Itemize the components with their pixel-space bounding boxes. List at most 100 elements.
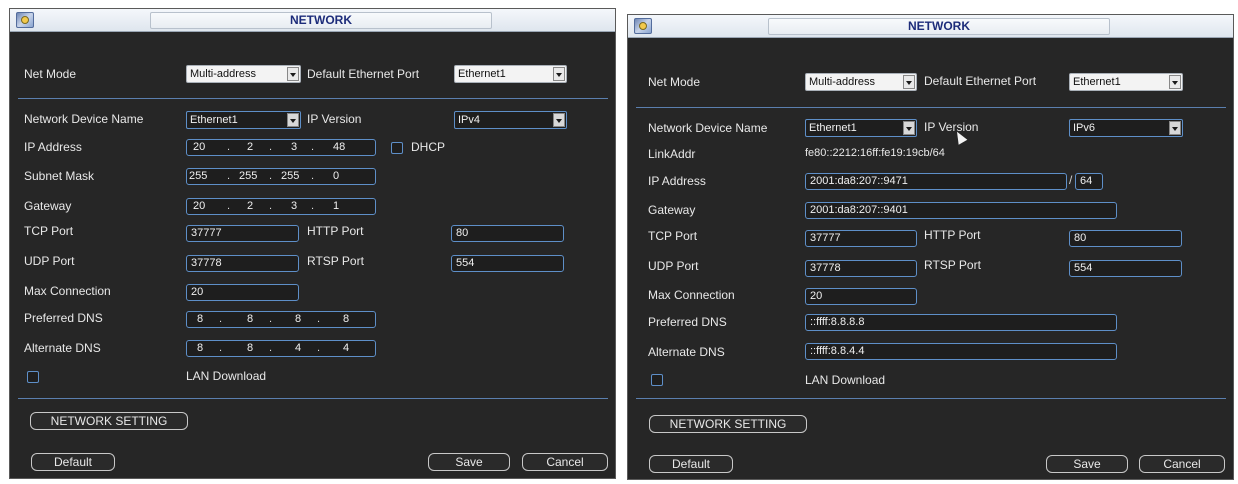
window-title: NETWORK bbox=[768, 18, 1110, 35]
rtsp-port-field[interactable]: 554 bbox=[1069, 260, 1182, 277]
octet: 8 bbox=[197, 342, 204, 354]
save-button[interactable]: Save bbox=[1046, 455, 1128, 473]
octet: 8 bbox=[197, 313, 204, 325]
title-bar: NETWORK bbox=[628, 15, 1233, 38]
chevron-down-icon[interactable] bbox=[1169, 121, 1181, 135]
octet: 0 bbox=[333, 170, 340, 182]
device-name-label: Network Device Name bbox=[648, 121, 768, 135]
http-port-label: HTTP Port bbox=[924, 228, 981, 242]
octet: 2 bbox=[247, 141, 254, 153]
chevron-down-icon[interactable] bbox=[1169, 75, 1181, 89]
octet: 8 bbox=[247, 313, 254, 325]
octet: 20 bbox=[193, 200, 206, 212]
ip-address-label: IP Address bbox=[24, 140, 82, 154]
rtsp-port-field[interactable]: 554 bbox=[451, 255, 564, 272]
tcp-port-field[interactable]: 37777 bbox=[805, 230, 917, 247]
octet: 3 bbox=[291, 141, 298, 153]
separator bbox=[18, 98, 608, 99]
octet: 3 bbox=[291, 200, 298, 212]
default-port-label: Default Ethernet Port bbox=[307, 67, 420, 81]
lan-download-checkbox[interactable] bbox=[27, 371, 39, 383]
device-name-select[interactable]: Ethernet1 bbox=[186, 111, 301, 129]
network-setting-button[interactable]: NETWORK SETTING bbox=[649, 415, 807, 433]
cancel-button[interactable]: Cancel bbox=[1139, 455, 1225, 473]
max-connection-field[interactable]: 20 bbox=[805, 288, 917, 305]
link-address-value: fe80::2212:16ff:fe19:19cb/64 bbox=[805, 147, 945, 159]
octet: 255 bbox=[281, 170, 300, 182]
subnet-mask-label: Subnet Mask bbox=[24, 169, 95, 183]
tcp-port-label: TCP Port bbox=[648, 229, 698, 243]
default-port-label: Default Ethernet Port bbox=[924, 74, 1037, 88]
prefix-length-field[interactable]: 64 bbox=[1075, 173, 1103, 190]
gateway-field[interactable]: 20 . 2 . 3 . 1 bbox=[186, 198, 376, 215]
default-button[interactable]: Default bbox=[649, 455, 733, 473]
separator bbox=[18, 398, 608, 399]
default-button[interactable]: Default bbox=[31, 453, 115, 471]
save-button[interactable]: Save bbox=[428, 453, 510, 471]
dhcp-checkbox[interactable] bbox=[391, 142, 403, 154]
net-mode-label: Net Mode bbox=[648, 75, 701, 89]
chevron-down-icon[interactable] bbox=[903, 121, 915, 135]
ip-address-field[interactable]: 2001:da8:207::9471 bbox=[805, 173, 1067, 190]
default-port-select[interactable]: Ethernet1 bbox=[454, 65, 567, 83]
net-mode-label: Net Mode bbox=[24, 67, 77, 81]
dhcp-label: DHCP bbox=[411, 140, 446, 154]
default-port-select[interactable]: Ethernet1 bbox=[1069, 73, 1183, 91]
separator bbox=[636, 107, 1226, 108]
device-name-select[interactable]: Ethernet1 bbox=[805, 119, 917, 137]
chevron-down-icon[interactable] bbox=[553, 113, 565, 127]
cancel-button[interactable]: Cancel bbox=[522, 453, 608, 471]
http-port-label: HTTP Port bbox=[307, 224, 364, 238]
ip-version-label: IP Version bbox=[307, 112, 362, 126]
octet: 8 bbox=[343, 313, 350, 325]
http-port-field[interactable]: 80 bbox=[1069, 230, 1182, 247]
ip-version-select[interactable]: IPv4 bbox=[454, 111, 567, 129]
lan-download-label: LAN Download bbox=[186, 369, 267, 383]
preferred-dns-field[interactable]: ::ffff:8.8.8.8 bbox=[805, 314, 1117, 331]
chevron-down-icon[interactable] bbox=[287, 67, 299, 81]
octet: 4 bbox=[295, 342, 302, 354]
separator bbox=[636, 398, 1226, 399]
alternate-dns-field[interactable]: 8 . 8 . 4 . 4 bbox=[186, 340, 376, 357]
octet: 255 bbox=[189, 170, 208, 182]
max-connection-label: Max Connection bbox=[648, 288, 735, 302]
udp-port-field[interactable]: 37778 bbox=[805, 260, 917, 277]
alternate-dns-field[interactable]: ::ffff:8.8.4.4 bbox=[805, 343, 1117, 360]
preferred-dns-field[interactable]: 8 . 8 . 8 . 8 bbox=[186, 311, 376, 328]
tcp-port-label: TCP Port bbox=[24, 224, 74, 238]
preferred-dns-label: Preferred DNS bbox=[648, 315, 727, 329]
chevron-down-icon[interactable] bbox=[903, 75, 915, 89]
network-setting-button[interactable]: NETWORK SETTING bbox=[30, 412, 188, 430]
net-mode-select[interactable]: Multi-address bbox=[186, 65, 301, 83]
gateway-field[interactable]: 2001:da8:207::9401 bbox=[805, 202, 1117, 219]
alternate-dns-label: Alternate DNS bbox=[24, 341, 101, 355]
ip-version-label: IP Version bbox=[924, 120, 979, 134]
rtsp-port-label: RTSP Port bbox=[924, 258, 981, 272]
udp-port-field[interactable]: 37778 bbox=[186, 255, 299, 272]
title-bar: NETWORK bbox=[10, 9, 615, 32]
max-connection-label: Max Connection bbox=[24, 284, 111, 298]
window-title: NETWORK bbox=[150, 12, 492, 29]
rtsp-port-label: RTSP Port bbox=[307, 254, 364, 268]
app-icon bbox=[16, 12, 34, 28]
http-port-field[interactable]: 80 bbox=[451, 225, 564, 242]
network-window-ipv6: NETWORK Net Mode Multi-address Default E… bbox=[627, 14, 1234, 480]
octet: 2 bbox=[247, 200, 254, 212]
gateway-label: Gateway bbox=[24, 199, 72, 213]
link-address-label: LinkAddr bbox=[648, 147, 696, 161]
alternate-dns-label: Alternate DNS bbox=[648, 345, 725, 359]
net-mode-select[interactable]: Multi-address bbox=[805, 73, 917, 91]
lan-download-checkbox[interactable] bbox=[651, 374, 663, 386]
octet: 48 bbox=[333, 141, 346, 153]
chevron-down-icon[interactable] bbox=[287, 113, 299, 127]
subnet-mask-field[interactable]: 255 . 255 . 255 . 0 bbox=[186, 168, 376, 185]
octet: 4 bbox=[343, 342, 350, 354]
tcp-port-field[interactable]: 37777 bbox=[186, 225, 299, 242]
max-connection-field[interactable]: 20 bbox=[186, 284, 299, 301]
lan-download-label: LAN Download bbox=[805, 373, 886, 387]
ip-address-field[interactable]: 20 . 2 . 3 . 48 bbox=[186, 139, 376, 156]
octet: 8 bbox=[247, 342, 254, 354]
chevron-down-icon[interactable] bbox=[553, 67, 565, 81]
octet: 255 bbox=[239, 170, 258, 182]
ip-version-select[interactable]: IPv6 bbox=[1069, 119, 1183, 137]
